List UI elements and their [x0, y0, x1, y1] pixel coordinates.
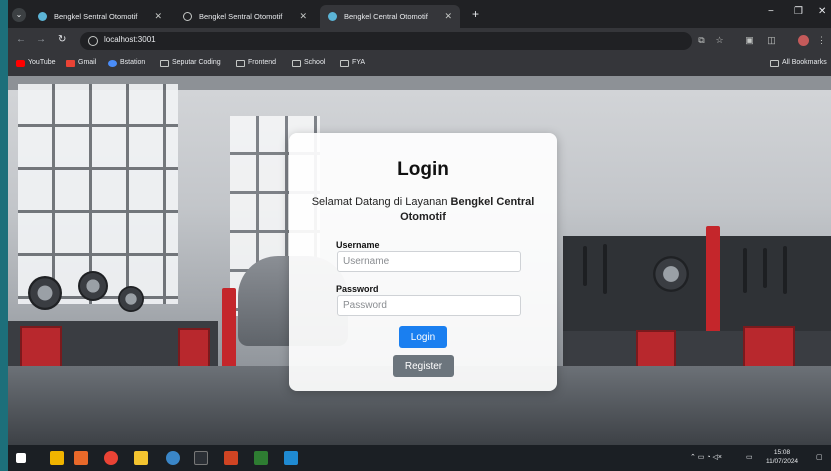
site-info-icon[interactable] — [88, 36, 98, 46]
page-viewport: Login Selamat Datang di Layanan Bengkel … — [8, 76, 831, 445]
tab-3-active[interactable]: Bengkel Central Otomotif ✕ — [320, 5, 460, 28]
wrench-icon — [603, 244, 607, 294]
welcome-prefix: Selamat Datang di Layanan — [311, 196, 451, 208]
forward-icon[interactable]: → — [36, 34, 46, 45]
clock-time: 15:08 — [773, 449, 791, 456]
tab-title: Bengkel Sentral Otomotif — [199, 12, 283, 21]
tool-pegboard — [563, 236, 831, 336]
address-bar[interactable]: localhost:3001 — [80, 32, 692, 50]
wrench-icon — [583, 246, 587, 286]
youtube-icon — [16, 60, 25, 67]
install-app-icon[interactable]: ⧉ — [696, 35, 707, 46]
bookmark-bstation[interactable]: Bstation — [108, 59, 146, 67]
site-favicon-icon — [328, 12, 337, 21]
reload-icon[interactable]: ↻ — [58, 34, 66, 45]
all-bookmarks[interactable]: All Bookmarks — [770, 59, 827, 67]
password-label: Password — [336, 284, 379, 294]
bookmark-fya[interactable]: FYA — [340, 59, 366, 67]
tab-2[interactable]: Bengkel Sentral Otomotif ✕ — [175, 5, 315, 28]
bookmark-gmail[interactable]: Gmail — [66, 59, 97, 67]
bookmark-label: Seputar Coding — [172, 59, 221, 66]
close-tab-icon[interactable]: ✕ — [444, 5, 452, 28]
login-title: Login — [397, 159, 449, 180]
vscode-icon[interactable] — [284, 451, 298, 465]
clock-date: 11/07/2024 — [766, 458, 799, 465]
bookmark-label: School — [304, 59, 326, 66]
profile-avatar[interactable] — [798, 35, 809, 46]
system-tray-icons[interactable]: ⌃ ▭ ◔ ◁× — [690, 453, 722, 461]
tab-1[interactable]: Bengkel Sentral Otomotif ✕ — [30, 5, 170, 28]
bookmark-youtube[interactable]: YouTube — [16, 59, 56, 67]
folder-icon — [770, 60, 779, 67]
welcome-text: Selamat Datang di Layanan Bengkel Centra… — [303, 195, 543, 225]
app-icon[interactable] — [254, 451, 268, 465]
bookmark-star-icon[interactable]: ☆ — [714, 35, 725, 46]
puzzle-icon[interactable]: ◫ — [766, 35, 777, 46]
wrench-icon — [743, 248, 747, 293]
app-icon[interactable] — [74, 451, 88, 465]
tab-title: Bengkel Central Otomotif — [344, 12, 428, 21]
keyboard-icon[interactable]: ▭ — [746, 453, 753, 461]
folder-icon — [160, 60, 169, 67]
windows-taskbar: ⌃ ▭ ◔ ◁× ▭ 15:08 11/07/2024 ▢ — [8, 445, 831, 471]
wheel-icon — [118, 286, 144, 312]
tab-title: Bengkel Sentral Otomotif — [54, 12, 138, 21]
bookmark-school[interactable]: School — [292, 59, 326, 67]
wrench-icon — [783, 246, 787, 294]
wheel-icon — [653, 256, 689, 292]
wheel-icon — [28, 276, 62, 310]
file-explorer-icon[interactable] — [134, 451, 148, 465]
browser-chrome: ⌄ Bengkel Sentral Otomotif ✕ Bengkel Sen… — [8, 0, 831, 76]
notification-icon[interactable]: ▢ — [816, 453, 823, 461]
login-button[interactable]: Login — [399, 326, 447, 348]
chrome-icon[interactable] — [104, 451, 118, 465]
terminal-icon[interactable] — [194, 451, 208, 465]
bookmark-label: FYA — [352, 59, 366, 66]
powerpoint-icon[interactable] — [224, 451, 238, 465]
username-input[interactable] — [337, 251, 521, 272]
bookmark-frontend[interactable]: Frontend — [236, 59, 277, 67]
back-icon[interactable]: ← — [16, 34, 26, 45]
login-card: Login Selamat Datang di Layanan Bengkel … — [289, 133, 557, 391]
bookmark-label: Gmail — [78, 59, 97, 66]
address-bar-row: ← → ↻ localhost:3001 ⧉ ☆ ▣ ◫ ⋮ — [8, 28, 831, 54]
new-tab-button[interactable]: + — [472, 7, 479, 21]
menu-dots-icon[interactable]: ⋮ — [816, 35, 827, 46]
bookmark-label: YouTube — [28, 59, 56, 66]
bookmark-seputar-coding[interactable]: Seputar Coding — [160, 59, 221, 67]
folder-icon — [292, 60, 301, 67]
password-input[interactable] — [337, 295, 521, 316]
all-bookmarks-label: All Bookmarks — [782, 59, 827, 66]
chrome-active-icon[interactable] — [166, 451, 180, 465]
close-tab-icon[interactable]: ✕ — [299, 5, 307, 28]
gmail-icon — [66, 60, 75, 67]
wrench-icon — [763, 248, 767, 288]
site-favicon-icon — [38, 12, 47, 21]
bstation-icon — [108, 60, 117, 67]
close-window-icon[interactable]: ✕ — [818, 6, 826, 17]
close-tab-icon[interactable]: ✕ — [154, 5, 162, 28]
windows-start-icon[interactable] — [16, 453, 26, 463]
app-icon[interactable] — [50, 451, 64, 465]
globe-icon — [183, 12, 192, 21]
bookmark-label: Bstation — [120, 59, 146, 66]
tab-bar: ⌄ Bengkel Sentral Otomotif ✕ Bengkel Sen… — [8, 0, 831, 28]
minimize-icon[interactable]: − — [768, 6, 774, 17]
extension-icon[interactable]: ▣ — [744, 35, 755, 46]
wheel-icon — [78, 271, 108, 301]
maximize-icon[interactable]: ❐ — [794, 6, 803, 17]
username-label: Username — [336, 240, 380, 250]
folder-icon — [340, 60, 349, 67]
bookmarks-bar: YouTube Gmail Bstation Seputar Coding Fr… — [8, 54, 831, 76]
folder-icon — [236, 60, 245, 67]
bookmark-label: Frontend — [248, 59, 277, 66]
url-text[interactable]: localhost:3001 — [104, 35, 156, 44]
clock[interactable]: 15:08 11/07/2024 — [766, 448, 798, 466]
register-button[interactable]: Register — [393, 355, 454, 377]
tab-search-icon[interactable]: ⌄ — [12, 8, 26, 22]
